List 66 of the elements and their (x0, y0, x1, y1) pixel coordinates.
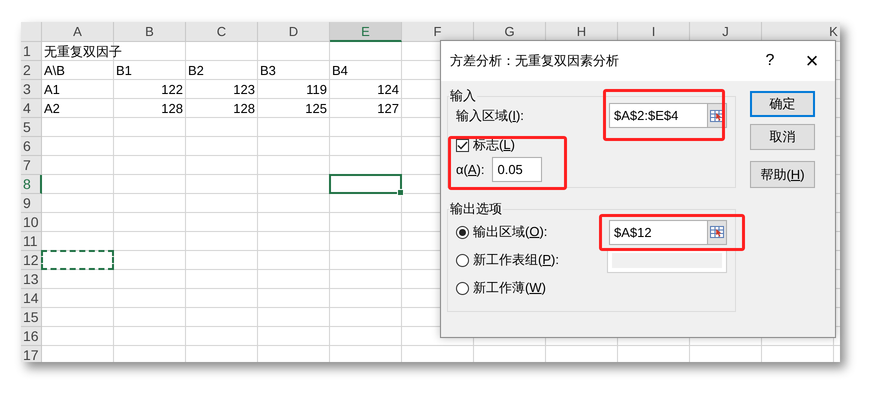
row-header[interactable]: 5 (21, 118, 42, 137)
column-header[interactable]: B (114, 22, 186, 42)
dialog-button[interactable]: 确定 (750, 91, 815, 117)
column-header[interactable]: I (618, 22, 690, 42)
table-arrow-icon (710, 226, 724, 238)
row-header[interactable]: 8 (21, 175, 42, 194)
input-field[interactable]: $A$2:$E$4 (609, 103, 708, 128)
table-cell: 124 (377, 82, 399, 98)
row-header[interactable]: 10 (21, 213, 42, 232)
table-cell: 127 (377, 100, 399, 116)
input-field[interactable]: 0.05 (492, 157, 542, 182)
row-header[interactable]: 2 (21, 61, 42, 80)
row-header[interactable]: 12 (21, 251, 42, 270)
column-header[interactable]: J (690, 22, 762, 42)
row-header[interactable]: 14 (21, 289, 42, 308)
table-cell: A2 (44, 100, 60, 116)
field-label: α(A): (456, 162, 484, 177)
row-header[interactable]: 15 (21, 308, 42, 327)
radio-button[interactable]: 新工作表组(P): (456, 251, 559, 269)
row-header[interactable]: 7 (21, 156, 42, 175)
column-header[interactable]: G (474, 22, 546, 42)
row-header[interactable]: 1 (21, 42, 42, 61)
table-cell: B2 (188, 62, 204, 78)
help-button[interactable]: ? (757, 52, 783, 70)
group-label: 输出选项 (449, 200, 503, 218)
row-header[interactable]: 11 (21, 232, 42, 251)
column-header[interactable]: K (762, 22, 840, 42)
column-header[interactable]: H (546, 22, 618, 42)
dialog-button[interactable]: 帮助(H) (750, 161, 815, 188)
dialog-title: 方差分析：无重复双因素分析 (450, 52, 620, 70)
column-header[interactable]: E (330, 22, 402, 42)
table-cell: 无重复双因子 (44, 44, 122, 60)
table-cell: 123 (233, 82, 255, 98)
range-select-button[interactable] (708, 220, 727, 244)
row-header[interactable]: 6 (21, 137, 42, 156)
table-arrow-icon (710, 110, 724, 122)
check-icon (457, 140, 468, 150)
table-cell: 128 (161, 100, 183, 116)
radio-button[interactable]: 新工作薄(W) (456, 279, 546, 297)
row-header[interactable]: 9 (21, 194, 42, 213)
column-header[interactable]: A (42, 22, 114, 42)
table-cell: 128 (233, 100, 255, 116)
checkbox[interactable]: 标志(L) (456, 136, 515, 154)
field-label: 输入区域(I): (456, 106, 524, 124)
table-cell: A1 (44, 82, 60, 98)
table-cell: A\B (44, 62, 65, 78)
table-cell: 122 (161, 82, 183, 98)
table-cell: B4 (332, 62, 348, 78)
active-cell[interactable] (329, 174, 402, 194)
table-cell: 119 (306, 82, 327, 98)
row-header[interactable]: 17 (21, 346, 42, 362)
row-header[interactable]: 3 (21, 80, 42, 99)
radio-button[interactable]: 输出区域(O): (456, 223, 548, 241)
table-cell: B3 (260, 62, 276, 78)
input-field[interactable]: $A$12 (609, 220, 708, 244)
column-header[interactable]: D (258, 22, 330, 42)
row-header[interactable]: 4 (21, 99, 42, 118)
row-header[interactable]: 16 (21, 327, 42, 346)
close-button[interactable]: × (799, 48, 825, 74)
table-cell: B1 (116, 62, 132, 78)
column-header[interactable]: C (186, 22, 258, 42)
group-label: 输入 (449, 87, 477, 105)
dialog-button[interactable]: 取消 (750, 124, 815, 150)
column-header[interactable]: F (402, 22, 474, 42)
row-header[interactable]: 13 (21, 270, 42, 289)
table-cell: 125 (305, 100, 327, 116)
